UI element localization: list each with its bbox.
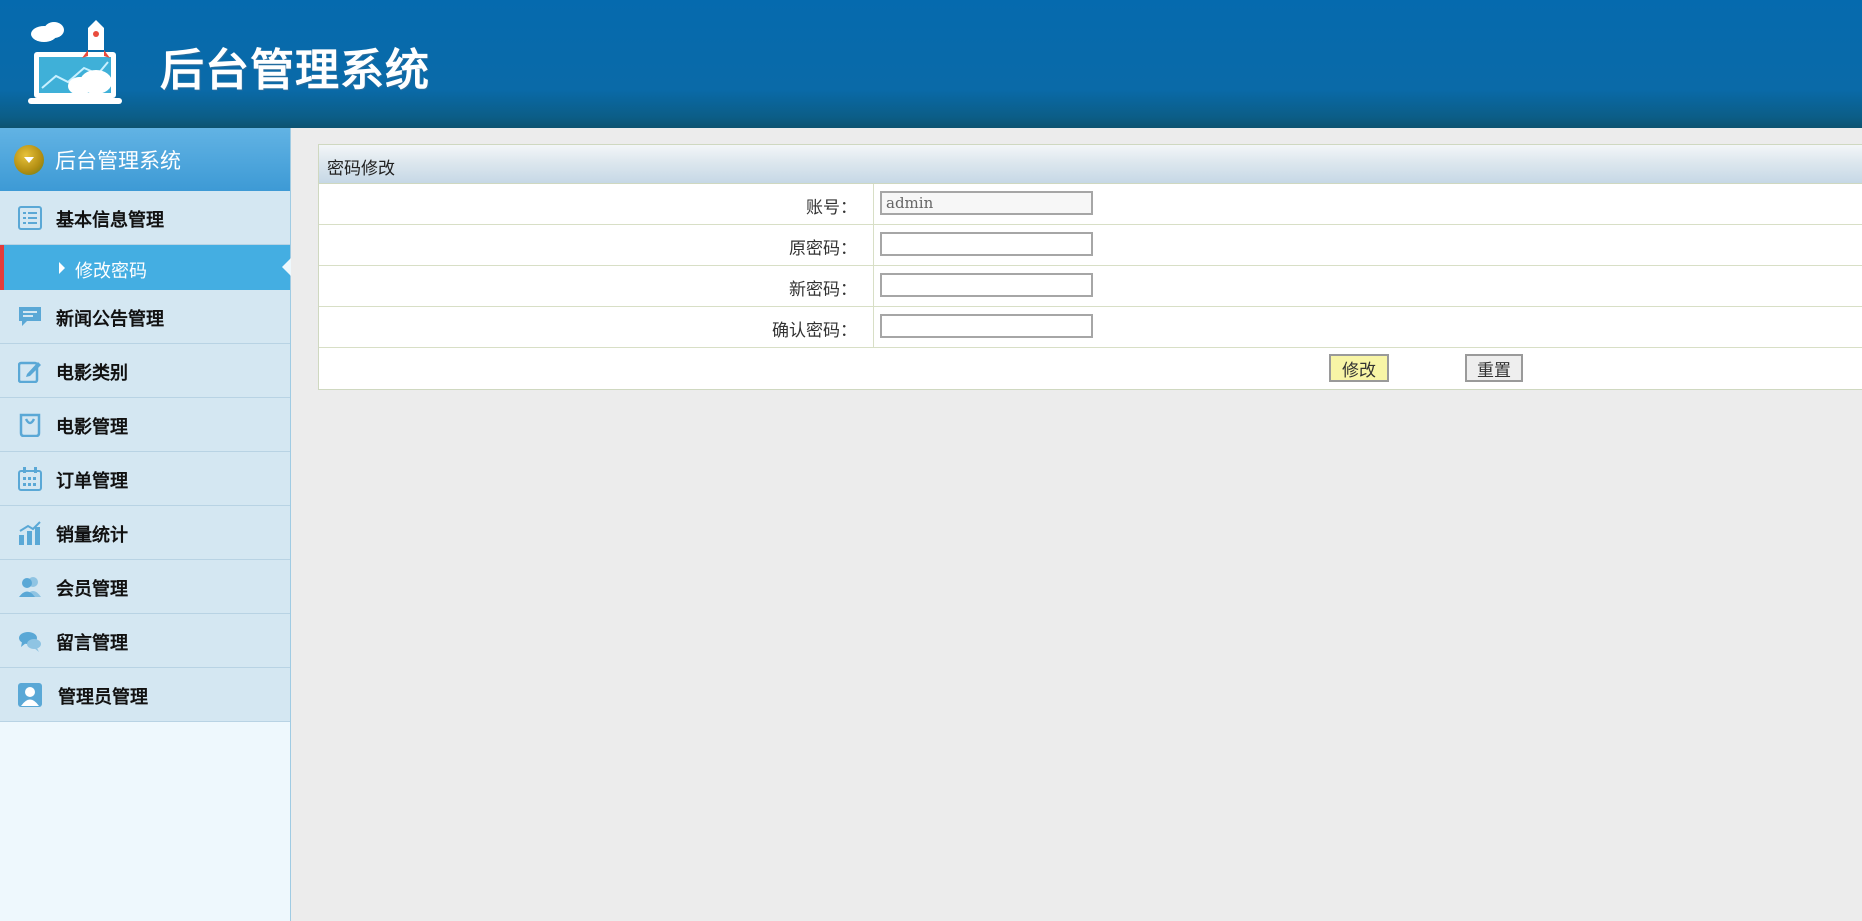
password-change-panel: 密码修改 账号： 原密码： 新密码： 确认密码： 修改 重置	[318, 144, 1862, 390]
sidebar-item-orders[interactable]: 订单管理	[0, 452, 290, 506]
sidebar-item-label: 留言管理	[56, 633, 128, 654]
sidebar-item-messages[interactable]: 留言管理	[0, 614, 290, 668]
sidebar-item-label: 订单管理	[56, 471, 128, 492]
user-icon	[18, 683, 42, 707]
sidebar: 后台管理系统 基本信息管理 修改密码 新闻公告管理 电影类别 电影管理 订单管理…	[0, 128, 291, 921]
new-password-input[interactable]	[880, 273, 1093, 297]
rocket-laptop-logo	[28, 20, 122, 104]
sidebar-item-movie-category[interactable]: 电影类别	[0, 344, 290, 398]
sidebar-item-news[interactable]: 新闻公告管理	[0, 290, 290, 344]
form-row-new-password: 新密码：	[319, 266, 1862, 307]
arrow-right-icon	[59, 262, 65, 274]
bag-icon	[19, 413, 41, 437]
old-password-input[interactable]	[880, 232, 1093, 256]
list-icon	[18, 206, 42, 230]
sidebar-item-sales-stats[interactable]: 销量统计	[0, 506, 290, 560]
edit-icon	[18, 361, 41, 383]
app-title: 后台管理系统	[160, 45, 430, 96]
sidebar-item-movie-management[interactable]: 电影管理	[0, 398, 290, 452]
confirm-password-input[interactable]	[880, 314, 1093, 338]
sidebar-item-label: 管理员管理	[58, 687, 148, 708]
sidebar-menu: 基本信息管理 修改密码 新闻公告管理 电影类别 电影管理 订单管理 销量统计 会…	[0, 191, 291, 722]
new-password-label: 新密码：	[789, 280, 857, 300]
form-row-account: 账号：	[319, 184, 1862, 225]
old-password-label: 原密码：	[789, 239, 857, 259]
form-row-old-password: 原密码：	[319, 225, 1862, 266]
users-icon	[19, 577, 41, 597]
field-label-cell: 原密码：	[319, 225, 874, 265]
sidebar-item-basic-info[interactable]: 基本信息管理	[0, 191, 290, 245]
header: 后台管理系统	[0, 0, 1862, 128]
panel-title: 密码修改	[327, 159, 395, 179]
account-input[interactable]	[880, 191, 1093, 215]
form-row-confirm-password: 确认密码：	[319, 307, 1862, 348]
sidebar-item-label: 电影类别	[56, 363, 128, 384]
sidebar-item-label: 会员管理	[56, 579, 128, 600]
chart-icon	[19, 521, 41, 545]
sidebar-item-admins[interactable]: 管理员管理	[0, 668, 290, 722]
field-label-cell: 新密码：	[319, 266, 874, 306]
collapse-toggle-icon[interactable]	[14, 145, 44, 175]
sidebar-item-members[interactable]: 会员管理	[0, 560, 290, 614]
account-label: 账号：	[806, 198, 857, 218]
sidebar-item-label: 销量统计	[56, 525, 128, 546]
sidebar-item-label: 电影管理	[56, 417, 128, 438]
submit-button[interactable]: 修改	[1329, 354, 1389, 382]
sidebar-subitem-change-password[interactable]: 修改密码	[0, 245, 291, 290]
reset-button[interactable]: 重置	[1465, 354, 1523, 382]
confirm-password-label: 确认密码：	[772, 321, 857, 341]
comment-icon	[19, 307, 41, 326]
panel-header: 密码修改	[319, 145, 1862, 184]
chat-icon	[19, 632, 41, 652]
sidebar-subitem-label: 修改密码	[75, 261, 147, 282]
sidebar-item-label: 新闻公告管理	[56, 309, 164, 330]
sidebar-header-label: 后台管理系统	[55, 149, 181, 173]
calendar-icon	[18, 467, 42, 491]
field-label-cell: 确认密码：	[319, 307, 874, 347]
sidebar-header[interactable]: 后台管理系统	[0, 128, 290, 192]
form-actions: 修改 重置	[319, 348, 1862, 388]
field-label-cell: 账号：	[319, 184, 874, 224]
active-notch	[282, 258, 291, 276]
sidebar-item-label: 基本信息管理	[56, 210, 164, 231]
